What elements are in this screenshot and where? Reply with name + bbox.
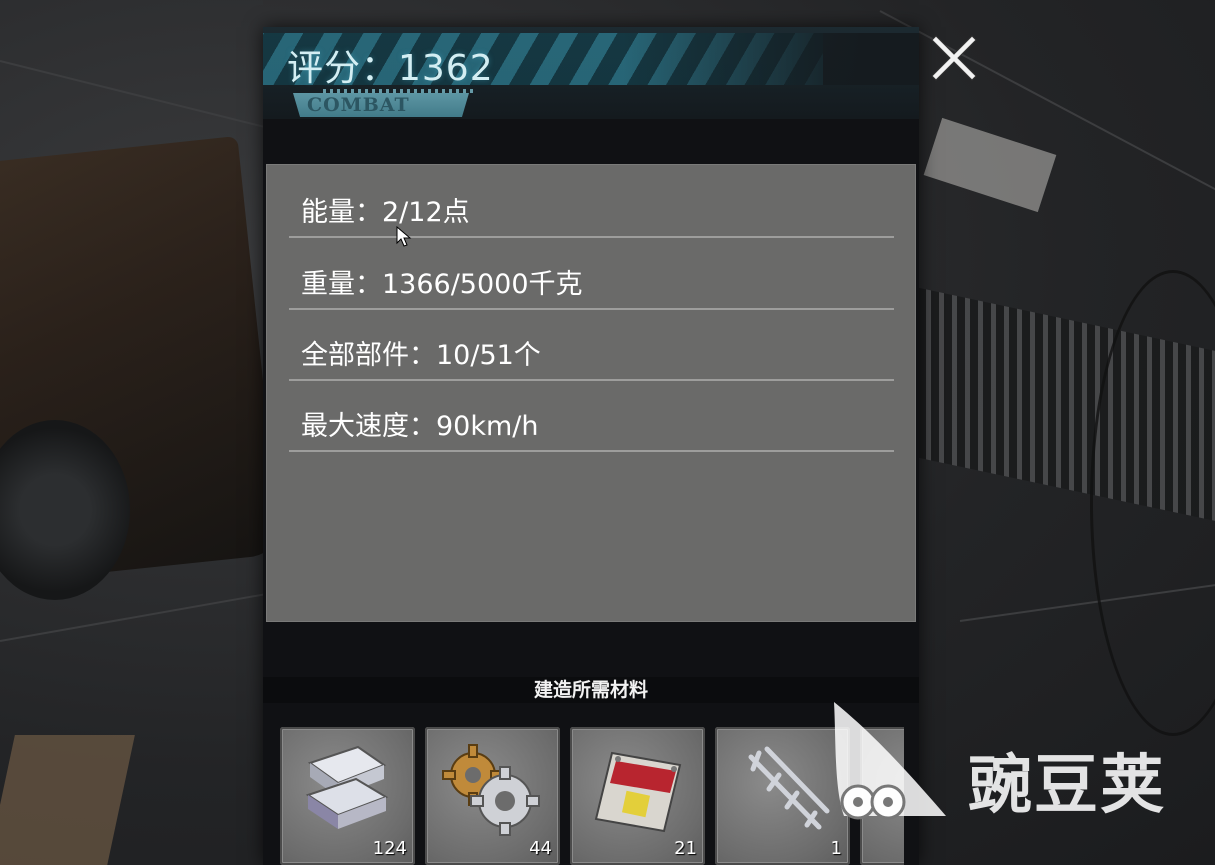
stat-max-speed: 最大速度：90km/h xyxy=(301,411,539,442)
material-count: 44 xyxy=(529,838,552,859)
material-slot-partial[interactable] xyxy=(860,727,904,865)
material-count: 21 xyxy=(674,838,697,859)
combat-tag-label: COMBAT xyxy=(307,94,410,116)
score-stripes-fade xyxy=(623,33,919,85)
materials-header: 建造所需材料 xyxy=(263,677,919,703)
metal-ingot-icon xyxy=(305,745,389,829)
vehicle-stats-panel: 评分：1362 COMBAT 能量：2/12点 重量：1366/5000千克 全… xyxy=(263,27,919,865)
materials-title: 建造所需材料 xyxy=(533,679,648,701)
material-slot-license-plate[interactable]: 21 xyxy=(570,727,705,865)
materials-list: 124 44 21 1 xyxy=(280,727,904,865)
score-text: 评分：1362 xyxy=(287,48,494,89)
close-button[interactable] xyxy=(928,30,980,82)
license-plate-icon xyxy=(594,751,682,833)
stat-energy: 能量：2/12点 xyxy=(301,197,470,228)
stat-parts: 全部部件：10/51个 xyxy=(301,340,541,371)
floor-crate xyxy=(0,735,135,865)
score-header: 评分：1362 COMBAT xyxy=(263,27,919,119)
gears-icon xyxy=(442,744,540,836)
material-count: 1 xyxy=(830,838,842,859)
combat-dots-decoration xyxy=(323,89,473,93)
floor-paper xyxy=(923,117,1057,213)
material-count: 124 xyxy=(372,838,407,859)
stat-row-max-speed: 最大速度：90km/h xyxy=(289,380,894,452)
stat-row-parts: 全部部件：10/51个 xyxy=(289,309,894,381)
close-icon xyxy=(931,35,977,81)
stat-weight: 重量：1366/5000千克 xyxy=(301,269,583,300)
material-slot-gears[interactable]: 44 xyxy=(425,727,560,865)
stat-row-energy: 能量：2/12点 xyxy=(289,166,894,238)
stat-row-weight: 重量：1366/5000千克 xyxy=(289,238,894,310)
material-slot-metal-ingot[interactable]: 124 xyxy=(280,727,415,865)
stats-box: 能量：2/12点 重量：1366/5000千克 全部部件：10/51个 最大速度… xyxy=(266,164,916,622)
metal-frame-icon xyxy=(748,746,830,830)
material-slot-metal-frame[interactable]: 1 xyxy=(715,727,850,865)
